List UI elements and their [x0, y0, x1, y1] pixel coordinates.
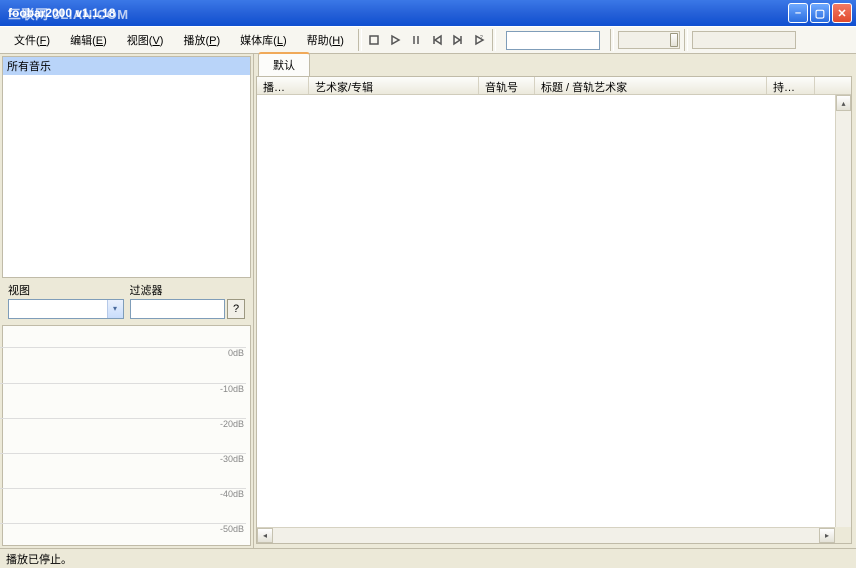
next-button[interactable]: [450, 32, 467, 49]
meter-tick: -20dB: [0, 418, 246, 429]
library-all-music[interactable]: 所有音乐: [3, 57, 250, 75]
separator: [684, 29, 688, 51]
maximize-button[interactable]: ▢: [810, 3, 830, 23]
close-button[interactable]: ✕: [832, 3, 852, 23]
separator: [358, 29, 362, 51]
playlist-tabs: 默认: [254, 54, 856, 76]
separator: [492, 29, 496, 51]
menubar: 文件(F) 编辑(E) 视图(V) 播放(P) 媒体库(L) 帮助(H): [4, 30, 354, 50]
playlist-view[interactable]: 播… 艺术家/专辑 音轨号 标题 / 音轨艺术家 持… ▴ ▾ ◂ ▸: [256, 76, 852, 544]
vu-meter: 0dB -10dB -20dB -30dB -40dB -50dB: [2, 325, 251, 547]
play-button[interactable]: [387, 32, 404, 49]
window-title: foobar2000 v1.1.18: [8, 6, 115, 20]
menu-file[interactable]: 文件(F): [4, 30, 60, 50]
col-title-artist[interactable]: 标题 / 音轨艺术家: [535, 77, 767, 94]
chevron-down-icon: ▾: [107, 300, 123, 318]
scroll-right-icon[interactable]: ▸: [819, 528, 835, 543]
seek-slider[interactable]: [692, 31, 796, 49]
toolbar: 文件(F) 编辑(E) 视图(V) 播放(P) 媒体库(L) 帮助(H) ?: [0, 26, 856, 54]
meter-tick: 0dB: [0, 347, 246, 358]
status-bar: 播放已停止。: [0, 548, 856, 568]
left-pane: 所有音乐 视图 ▾ 过滤器 ? 0dB -10dB -20dB -30dB -4…: [0, 54, 254, 548]
svg-text:?: ?: [480, 35, 483, 41]
meter-tick: -40dB: [0, 488, 246, 499]
view-combo[interactable]: ▾: [8, 299, 124, 319]
col-trackno[interactable]: 音轨号: [479, 77, 535, 94]
col-playing[interactable]: 播…: [257, 77, 309, 94]
volume-slider[interactable]: [618, 31, 680, 49]
view-label: 视图: [8, 282, 124, 298]
meter-tick: -10dB: [0, 383, 246, 394]
minimize-button[interactable]: –: [788, 3, 808, 23]
pause-button[interactable]: [408, 32, 425, 49]
library-tree[interactable]: 所有音乐: [2, 56, 251, 278]
scroll-corner: [835, 527, 851, 543]
menu-library[interactable]: 媒体库(L): [230, 30, 296, 50]
filter-help-button[interactable]: ?: [227, 299, 245, 319]
search-input[interactable]: [506, 31, 600, 50]
horizontal-scrollbar[interactable]: ◂ ▸: [257, 527, 835, 543]
status-text: 播放已停止。: [6, 551, 72, 567]
col-duration[interactable]: 持…: [767, 77, 815, 94]
meter-tick: -50dB: [0, 523, 246, 534]
scroll-left-icon[interactable]: ◂: [257, 528, 273, 543]
separator: [610, 29, 614, 51]
menu-help[interactable]: 帮助(H): [297, 30, 354, 50]
menu-view[interactable]: 视图(V): [117, 30, 174, 50]
meter-tick: -30dB: [0, 453, 246, 464]
stop-button[interactable]: [366, 32, 383, 49]
scroll-up-icon[interactable]: ▴: [836, 95, 851, 111]
vertical-scrollbar[interactable]: ▴ ▾: [835, 95, 851, 543]
prev-button[interactable]: [429, 32, 446, 49]
filter-input[interactable]: [130, 299, 226, 319]
titlebar[interactable]: 三联网 3LIAN.COM foobar2000 v1.1.18 – ▢ ✕: [0, 0, 856, 26]
tab-default[interactable]: 默认: [258, 52, 310, 76]
right-pane: 默认 播… 艺术家/专辑 音轨号 标题 / 音轨艺术家 持… ▴ ▾ ◂ ▸: [254, 54, 856, 548]
menu-playback[interactable]: 播放(P): [173, 30, 230, 50]
col-artist-album[interactable]: 艺术家/专辑: [309, 77, 479, 94]
column-headers: 播… 艺术家/专辑 音轨号 标题 / 音轨艺术家 持…: [257, 77, 851, 95]
random-button[interactable]: ?: [471, 32, 488, 49]
filter-label: 过滤器: [130, 282, 246, 298]
menu-edit[interactable]: 编辑(E): [60, 30, 117, 50]
